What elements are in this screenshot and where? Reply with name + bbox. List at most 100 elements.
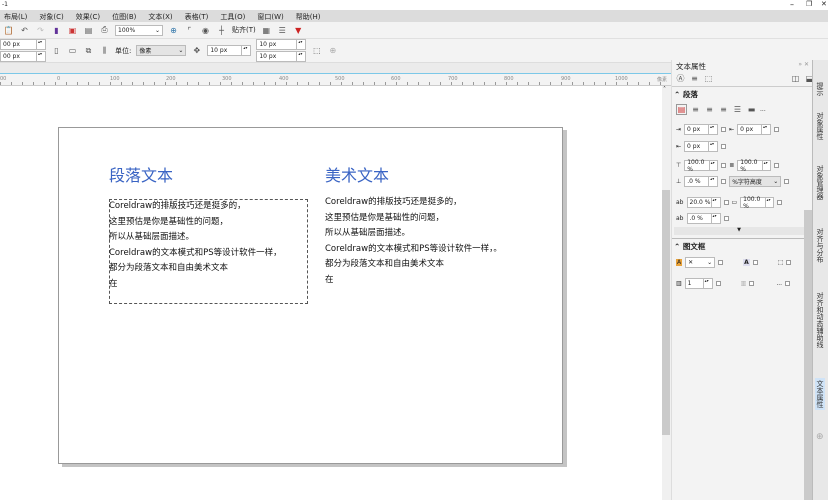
grid-icon[interactable]: ◉	[200, 25, 211, 36]
align-left-icon[interactable]: ≡	[690, 104, 701, 115]
lang-spacing-field[interactable]: .0 % ▴▾	[686, 213, 721, 224]
tab-object-manager[interactable]: 对象管理器	[815, 165, 825, 200]
minimize-button[interactable]: –	[790, 0, 794, 9]
space-after-icon: ⊥	[676, 178, 682, 185]
right-indent-field[interactable]: 0 px ▴▾	[684, 141, 719, 152]
landscape-icon[interactable]: ▭	[67, 45, 78, 56]
menu-bitmap[interactable]: 位图(B)	[108, 10, 144, 22]
tab-hints[interactable]: 提示	[815, 82, 825, 96]
docker-close-icon[interactable]: » ✕	[798, 61, 809, 68]
left-indent-field[interactable]: 0 px ▴▾	[684, 124, 719, 135]
menu-text[interactable]: 文本(X)	[144, 10, 180, 22]
snap-dropdown[interactable]: 贴齐(T)	[232, 25, 256, 35]
unit-select[interactable]: 像素 ⌄	[136, 45, 187, 56]
paste-icon[interactable]: 📋	[3, 25, 14, 36]
columns-field[interactable]: 1 ▴▾	[684, 278, 713, 289]
nudge-field[interactable]: 10 px ▴▾	[207, 45, 252, 56]
add-icon[interactable]: ⊕	[327, 45, 338, 56]
scrollbar-thumb[interactable]	[662, 190, 670, 435]
artistic-text-body[interactable]: Coreldraw的排版技巧还是挺多的， 这里预估是你是基础性的问题， 所以从基…	[325, 195, 502, 288]
horizontal-ruler: 00 0 100 200 300 400 500 600 700 800 900…	[0, 73, 671, 86]
import-icon[interactable]: ▮	[51, 25, 62, 36]
force-justify-icon[interactable]: ▬	[746, 104, 757, 115]
zoom-value: 100%	[118, 26, 136, 34]
space-before-field[interactable]: 100.0 % ▴▾	[684, 159, 719, 173]
text-line: 这里预估是你是基础性的问题，	[109, 216, 229, 227]
paragraph-tab-icon[interactable]: ≡	[689, 73, 700, 84]
add-tab-icon[interactable]: ⊕	[816, 432, 824, 442]
justify-icon[interactable]: ☰	[732, 104, 743, 115]
rulers-icon[interactable]: ⌜	[184, 25, 195, 36]
menu-help[interactable]: 帮助(H)	[292, 10, 329, 22]
current-page-icon[interactable]: ⫼	[99, 45, 110, 56]
char-spacing-field[interactable]: 20.0 % ▴▾	[686, 197, 721, 208]
menu-effects[interactable]: 效果(C)	[72, 10, 108, 22]
line-spacing-value: 100.0 %	[740, 158, 758, 173]
expand-paragraph-button[interactable]: ▼	[674, 227, 804, 235]
restore-button[interactable]: ❐	[806, 0, 812, 8]
frame-tab-icon[interactable]: ⬚	[703, 73, 714, 84]
menu-layout[interactable]: 布局(L)	[0, 10, 35, 22]
background-color-icon: A	[676, 259, 683, 266]
undo-icon[interactable]: ↶	[19, 25, 30, 36]
nudge-icon: ✥	[193, 46, 201, 55]
scroll-up-icon[interactable]: ˄	[663, 86, 666, 93]
text-direction-icon[interactable]: A	[743, 259, 750, 266]
paragraph-text-body[interactable]: Coreldraw的排版技巧还是挺多的， 这里预估是你是基础性的问题， 所以从基…	[109, 199, 282, 292]
docker-scrollbar[interactable]	[804, 210, 812, 500]
tab-align-distribute[interactable]: 对齐与分布	[815, 228, 825, 263]
redo-icon[interactable]: ↷	[35, 25, 46, 36]
export-icon[interactable]: ▣	[67, 25, 78, 36]
collapse-frame-icon[interactable]: ⌃	[674, 242, 683, 251]
text-line: 都分为段落文本和自由美术文本	[109, 263, 229, 273]
all-pages-icon[interactable]: ⧉	[83, 45, 94, 56]
tab-text-properties[interactable]: 文本属性	[815, 378, 825, 410]
char-spacing-icon: ab	[676, 199, 684, 206]
launcher-icon[interactable]: ▼	[293, 25, 304, 36]
menu-table[interactable]: 表格(T)	[181, 10, 217, 22]
line-spacing-field[interactable]: 100.0 % ▴▾	[737, 158, 772, 173]
docker-option-icon[interactable]: ◫	[790, 73, 801, 84]
close-button[interactable]: ✕	[821, 0, 827, 8]
tab-object-properties[interactable]: 对象属性	[815, 112, 825, 140]
height-field[interactable]: 00 px ▴▾	[0, 51, 46, 62]
full-screen-icon[interactable]: ⊕	[168, 25, 179, 36]
align-right-icon[interactable]: ≡	[718, 104, 729, 115]
left-indent-value: 0 px	[687, 126, 701, 133]
column-settings-icon[interactable]: ▥	[741, 280, 747, 287]
menu-tools[interactable]: 工具(O)	[216, 10, 253, 22]
text-line: Coreldraw的文本模式和PS等设计软件一样，	[109, 247, 282, 258]
fit-frame-icon[interactable]: ⬚	[778, 259, 784, 266]
treat-as-filled-icon[interactable]: ⬚	[311, 45, 322, 56]
first-indent-icon: ⇤	[729, 126, 735, 133]
menu-window[interactable]: 窗口(W)	[253, 10, 291, 22]
character-tab-icon[interactable]: Ⓐ	[675, 73, 686, 84]
word-spacing-field[interactable]: 100.0 % ▴▾	[740, 196, 775, 210]
settings-icon[interactable]: ☰	[277, 25, 288, 36]
duplicate-x-field[interactable]: 10 px ▴▾	[256, 39, 307, 50]
print-icon[interactable]: ⎙	[99, 25, 110, 36]
char-spacing-value: 20.0 %	[689, 199, 711, 206]
unit-label: 单位:	[115, 46, 132, 55]
publish-icon[interactable]: ▤	[83, 25, 94, 36]
more-frame-button[interactable]: ...	[776, 280, 782, 287]
options-icon[interactable]: ▦	[261, 25, 272, 36]
align-center-icon[interactable]: ≡	[704, 104, 715, 115]
width-field[interactable]: 00 px ▴▾	[0, 39, 46, 50]
zoom-select[interactable]: 100% ⌄	[115, 24, 163, 36]
paragraph-text-heading[interactable]: 段落文本	[109, 162, 173, 186]
spacing-unit-select[interactable]: %字符高度 ⌄	[729, 176, 782, 187]
duplicate-y-field[interactable]: 10 px ▴▾	[256, 51, 307, 62]
guidelines-icon[interactable]: ┼	[216, 25, 227, 36]
artistic-text-heading[interactable]: 美术文本	[325, 162, 389, 186]
collapse-icon[interactable]: ⌃	[674, 90, 683, 99]
no-align-icon[interactable]: ▤	[676, 104, 687, 115]
background-color-select[interactable]: ✕ ⌄	[685, 257, 716, 268]
tab-dynamic-guides[interactable]: 对齐和动态辅助线	[815, 292, 825, 348]
space-after-field[interactable]: .0 % ▴▾	[684, 176, 719, 187]
text-line: 所以从基础层面描述。	[325, 228, 411, 238]
first-indent-field[interactable]: 0 px ▴▾	[737, 124, 772, 135]
portrait-icon[interactable]: ▯	[51, 45, 62, 56]
menu-object[interactable]: 对象(C)	[35, 10, 71, 22]
more-align-button[interactable]: ...	[760, 106, 766, 113]
